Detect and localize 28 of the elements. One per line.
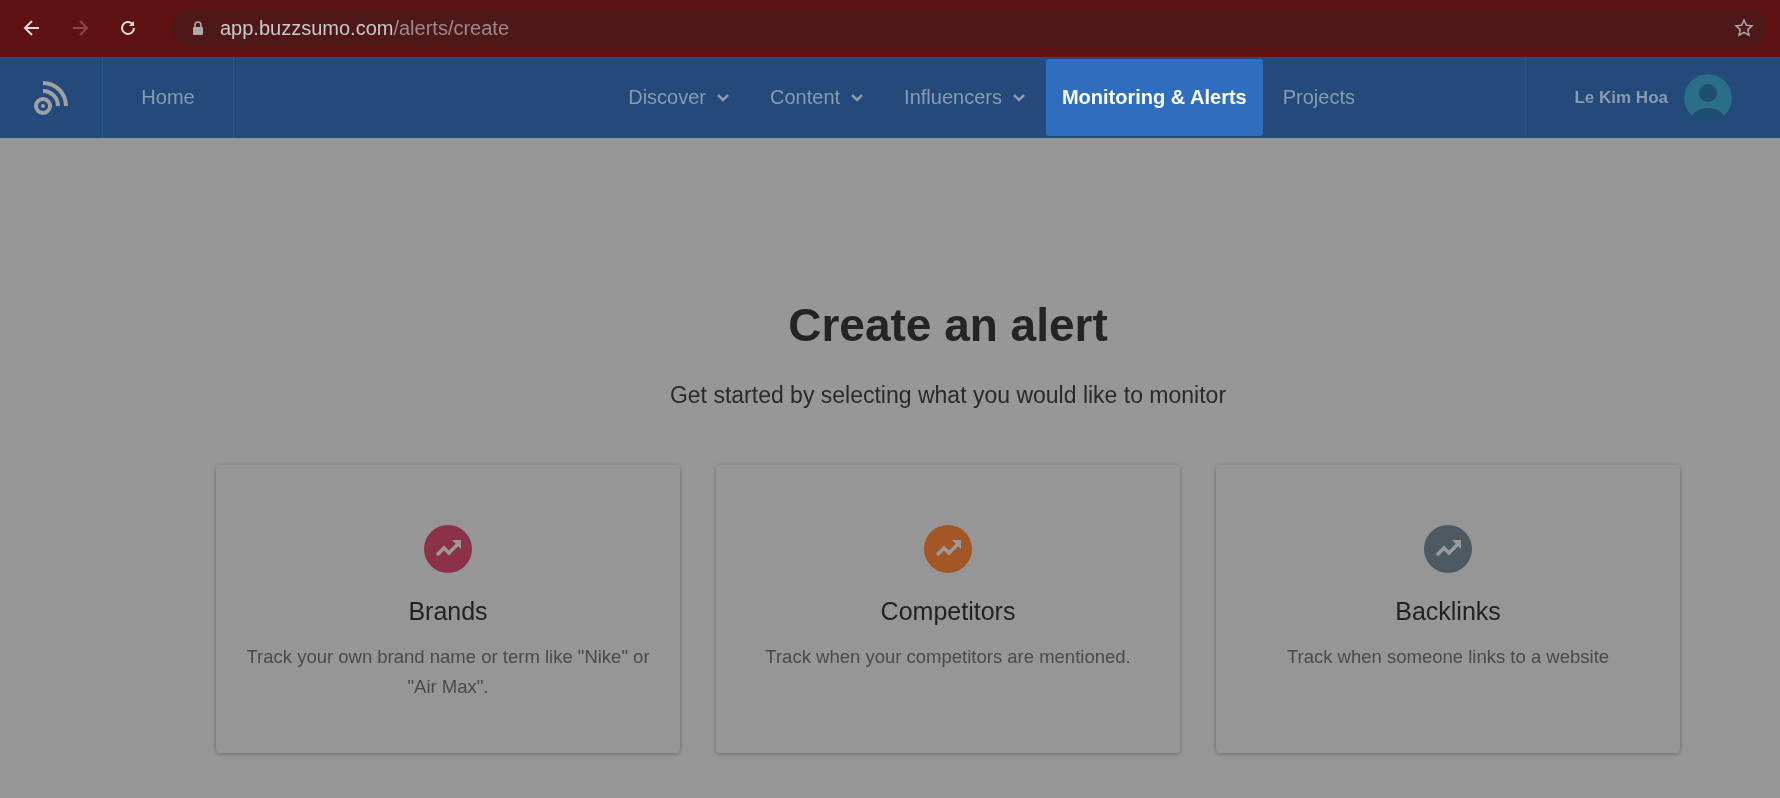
chevron-down-icon [716, 92, 731, 103]
alert-type-card[interactable]: Brands Track your own brand name or term like "Nike" or "Air Max". [216, 465, 680, 753]
page-heading: Create an alert [788, 298, 1108, 352]
reload-icon[interactable] [118, 18, 138, 38]
nav-item[interactable]: Influencers [884, 59, 1046, 136]
address-bar[interactable]: app.buzzsumo.com/alerts/create [172, 9, 1768, 47]
bookmark-star-icon[interactable] [1734, 18, 1754, 38]
alert-type-card[interactable]: Backlinks Track when someone links to a website [1216, 465, 1680, 753]
user-name[interactable]: Le Kim Hoa [1574, 87, 1668, 108]
lock-icon [192, 21, 204, 35]
home-link[interactable]: Home [103, 57, 234, 138]
url-path: /alerts/create [393, 16, 510, 39]
back-icon[interactable] [22, 18, 42, 38]
alert-type-card[interactable]: Competitors Track when your competitors are mentioned. [716, 465, 1180, 753]
card-description: Track when your competitors are mentioned. [765, 645, 1131, 669]
nav-item[interactable]: Discover [608, 59, 751, 136]
nav-item[interactable]: Content [750, 59, 885, 136]
chevron-down-icon [850, 92, 865, 103]
page-subheading: Get started by selecting what you would like to monitor [669, 382, 1227, 409]
chevron-down-icon [1011, 92, 1026, 103]
nav-item[interactable]: Monitoring & Alerts [1045, 59, 1263, 136]
nav-item[interactable]: Projects [1262, 59, 1375, 136]
card-description: Track when someone links to a website [1286, 645, 1610, 669]
card-title: Backlinks [1395, 597, 1501, 626]
card-title: Brands [408, 597, 488, 626]
card-description: Track your own brand name or term like "Nike" or "Air Max". [245, 645, 651, 699]
url-host: app.buzzsumo.com [220, 16, 394, 39]
card-title: Competitors [880, 597, 1016, 626]
